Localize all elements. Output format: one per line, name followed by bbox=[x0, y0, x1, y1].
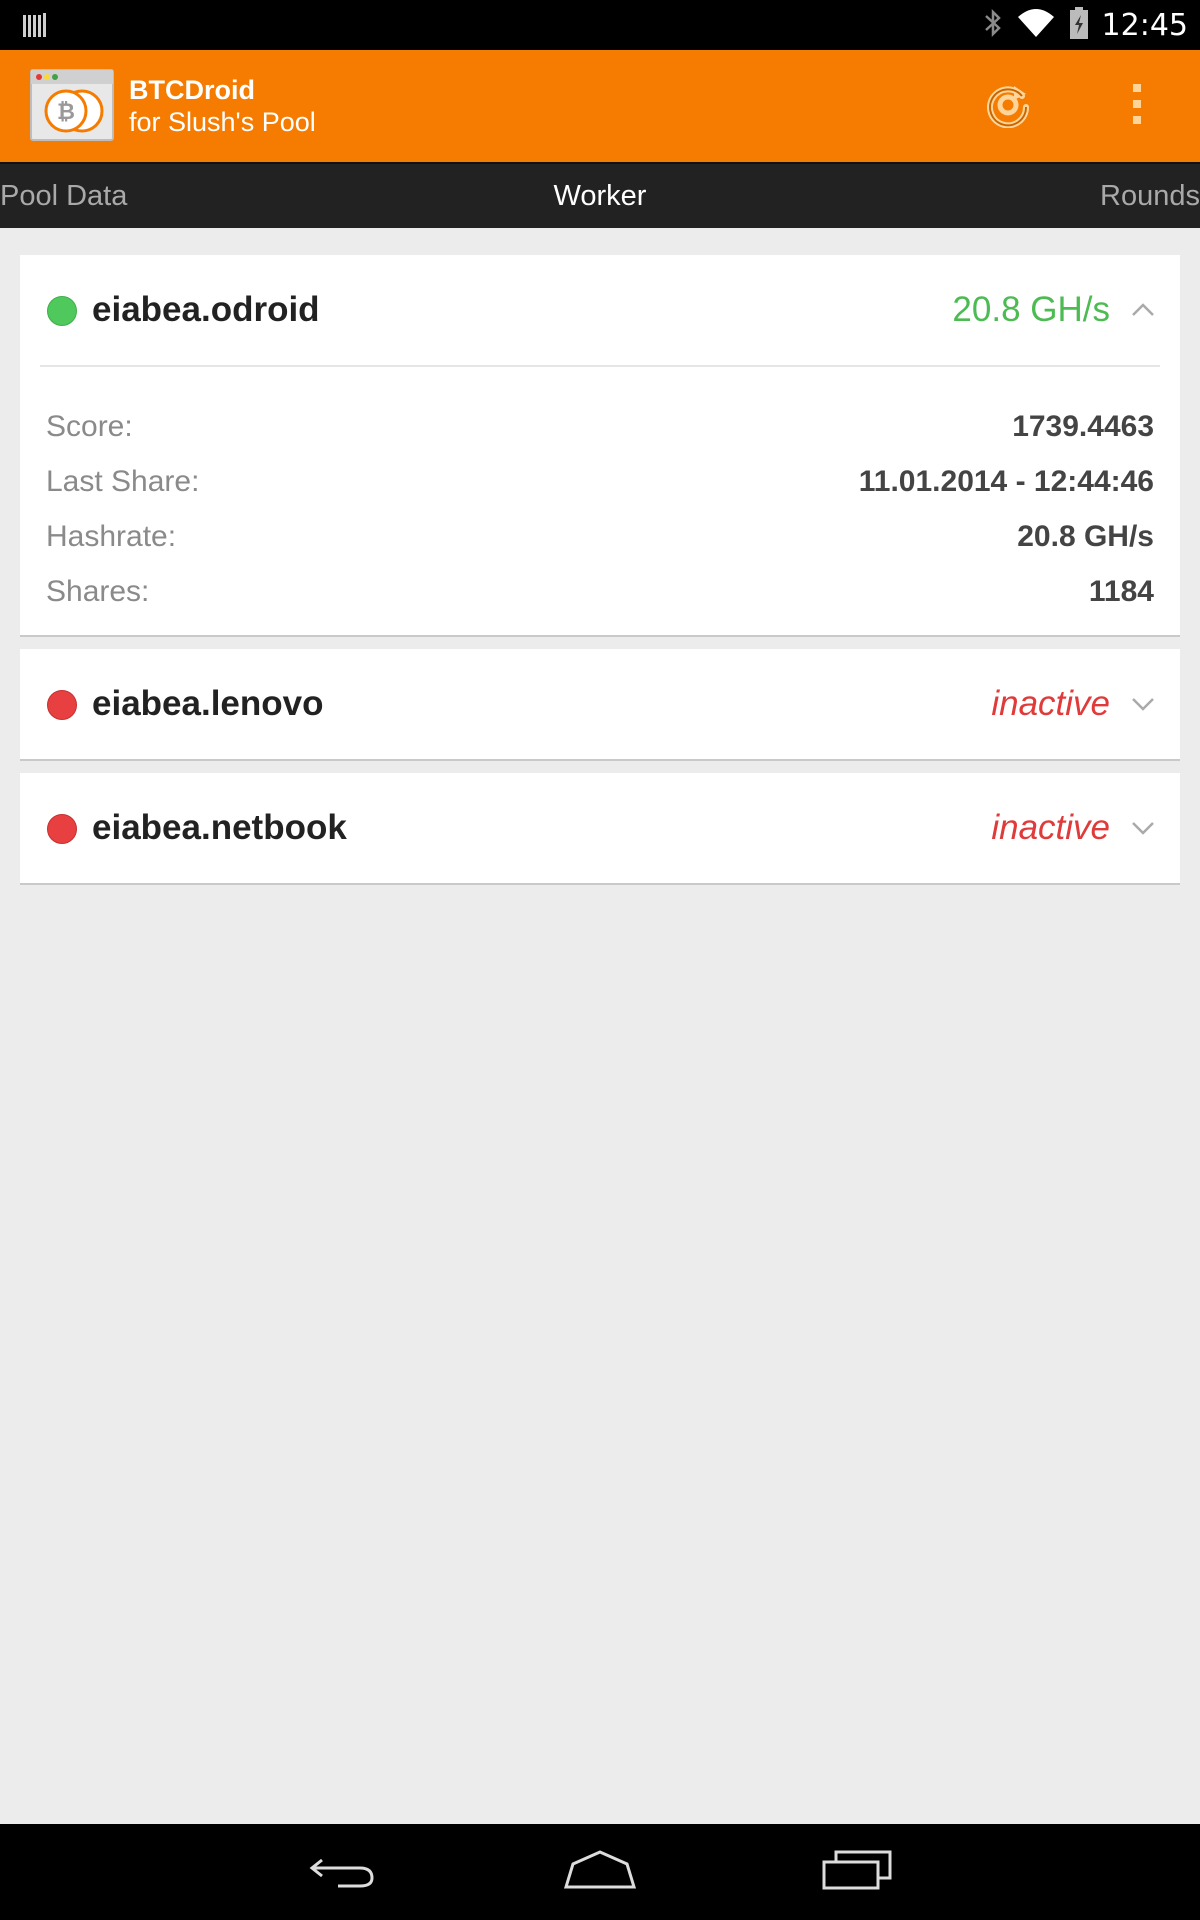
worker-name: eiabea.netbook bbox=[92, 808, 347, 847]
worker-card-netbook: eiabea.netbook inactive bbox=[20, 773, 1180, 885]
detail-value: 1184 bbox=[1088, 574, 1154, 608]
detail-value: 1739.4463 bbox=[1012, 409, 1154, 443]
worker-name: eiabea.lenovo bbox=[92, 684, 324, 723]
worker-header[interactable]: eiabea.lenovo inactive bbox=[20, 649, 1180, 759]
recents-button[interactable] bbox=[802, 1842, 912, 1902]
app-logo-icon[interactable]: ₿ bbox=[30, 69, 114, 141]
worker-name: eiabea.odroid bbox=[92, 290, 320, 329]
worker-status: inactive bbox=[991, 808, 1110, 847]
navigation-bar bbox=[0, 1824, 1200, 1920]
detail-row-last-share: Last Share: 11.01.2014 - 12:44:46 bbox=[46, 454, 1154, 509]
detail-label: Shares: bbox=[46, 574, 150, 608]
detail-row-score: Score: 1739.4463 bbox=[46, 399, 1154, 454]
back-button[interactable] bbox=[288, 1842, 398, 1902]
svg-text:₿: ₿ bbox=[57, 100, 75, 125]
worker-list: eiabea.odroid 20.8 GH/s Score: 1739.4463… bbox=[20, 255, 1180, 897]
back-icon bbox=[308, 1850, 378, 1895]
chevron-up-icon[interactable] bbox=[1130, 297, 1156, 323]
refresh-icon bbox=[984, 80, 1032, 133]
recents-icon bbox=[822, 1850, 892, 1895]
notification-icon bbox=[22, 12, 48, 43]
worker-header[interactable]: eiabea.netbook inactive bbox=[20, 773, 1180, 883]
tab-rounds[interactable]: Rounds bbox=[1100, 164, 1200, 228]
chevron-down-icon[interactable] bbox=[1130, 815, 1156, 841]
bluetooth-icon bbox=[982, 7, 1004, 44]
detail-label: Hashrate: bbox=[46, 519, 177, 553]
home-icon bbox=[563, 1849, 637, 1895]
tab-worker-container: Worker bbox=[0, 164, 1200, 228]
app-subtitle: for Slush's Pool bbox=[129, 107, 316, 137]
home-button[interactable] bbox=[545, 1842, 655, 1902]
worker-status: inactive bbox=[991, 684, 1110, 723]
overflow-menu-icon bbox=[1130, 82, 1144, 131]
status-bar: 12:45 bbox=[0, 0, 1200, 50]
worker-details: Score: 1739.4463 Last Share: 11.01.2014 … bbox=[20, 367, 1180, 635]
status-inactive-icon bbox=[47, 690, 77, 720]
worker-header[interactable]: eiabea.odroid 20.8 GH/s bbox=[20, 255, 1180, 365]
app-title: BTCDroid bbox=[129, 75, 255, 105]
tab-strip: Pool Data Worker Rounds bbox=[0, 162, 1200, 228]
detail-value: 20.8 GH/s bbox=[1017, 519, 1154, 553]
detail-value: 11.01.2014 - 12:44:46 bbox=[858, 464, 1154, 498]
app-bar: ₿ BTCDroid for Slush's Pool bbox=[0, 50, 1200, 162]
tab-worker[interactable]: Worker bbox=[554, 180, 647, 212]
overflow-menu-button[interactable] bbox=[1110, 76, 1164, 136]
status-active-icon bbox=[47, 296, 77, 326]
detail-row-shares: Shares: 1184 bbox=[46, 564, 1154, 619]
battery-icon bbox=[1068, 6, 1090, 45]
worker-card-lenovo: eiabea.lenovo inactive bbox=[20, 649, 1180, 761]
detail-label: Last Share: bbox=[46, 464, 200, 498]
worker-hashrate: 20.8 GH/s bbox=[952, 290, 1110, 329]
chevron-down-icon[interactable] bbox=[1130, 691, 1156, 717]
refresh-button[interactable] bbox=[976, 74, 1040, 138]
status-inactive-icon bbox=[47, 814, 77, 844]
worker-card-odroid: eiabea.odroid 20.8 GH/s Score: 1739.4463… bbox=[20, 255, 1180, 637]
wifi-icon bbox=[1016, 7, 1056, 44]
detail-label: Score: bbox=[46, 409, 133, 443]
detail-row-hashrate: Hashrate: 20.8 GH/s bbox=[46, 509, 1154, 564]
status-clock: 12:45 bbox=[1101, 7, 1188, 43]
tab-pool-data[interactable]: Pool Data bbox=[0, 164, 127, 228]
